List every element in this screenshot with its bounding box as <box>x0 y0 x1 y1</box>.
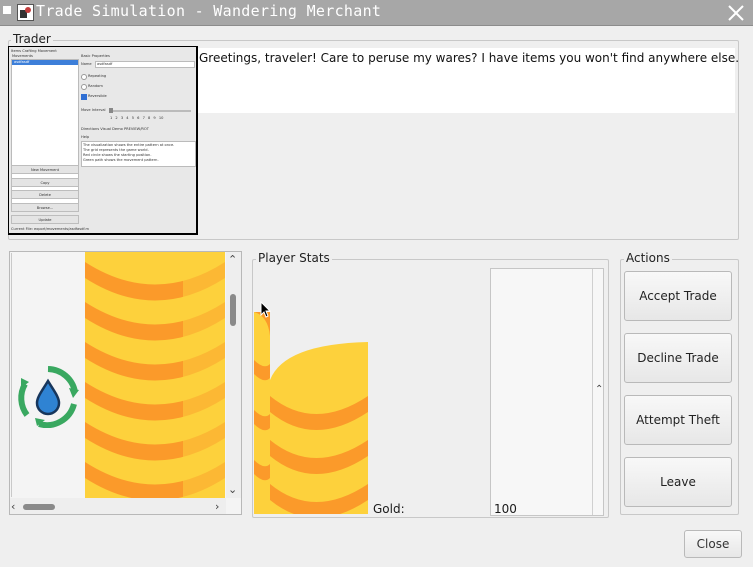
mini-help-line: The grid represents the game world. <box>83 148 149 152</box>
mini-slider-handle <box>109 108 113 113</box>
water-recycle-icon <box>18 366 79 428</box>
attempt-theft-button[interactable]: Attempt Theft <box>624 395 732 445</box>
leave-button[interactable]: Leave <box>624 457 732 507</box>
mini-button: New Movement <box>11 165 79 174</box>
trader-portrait-screenshot: Items Crafting Movement Movements asdfas… <box>8 46 198 235</box>
mini-opt1: Repeating <box>88 74 107 78</box>
mini-button: Delete <box>11 190 79 199</box>
accept-trade-button[interactable]: Accept Trade <box>624 271 732 321</box>
mini-name-label: Name <box>81 62 92 66</box>
mini-button: Update <box>11 215 79 224</box>
mini-help-line: Red circle shows the starting position. <box>83 153 152 157</box>
window-close-icon[interactable] <box>726 3 746 23</box>
gold-value: 100 <box>494 502 517 516</box>
mini-tabs: Items Crafting Movement <box>11 49 57 53</box>
close-button[interactable]: Close <box>684 530 742 558</box>
mini-tab-row: Directions Visual Demo PREVIEW/ROT <box>81 127 149 131</box>
mouse-cursor-icon <box>260 301 271 318</box>
actions-group-label: Actions <box>624 251 672 265</box>
mini-list <box>11 59 79 211</box>
mini-status: Current File: export/movements/asdfasdf.… <box>11 227 89 231</box>
horizontal-scroll-thumb[interactable] <box>23 504 55 510</box>
gold-label: Gold: <box>373 502 405 516</box>
scroll-left-arrow[interactable]: ‹ <box>11 501 15 512</box>
scroll-right-arrow[interactable]: › <box>215 501 219 512</box>
mini-checkbox <box>81 94 87 100</box>
scroll-up-arrow[interactable]: ⌃ <box>228 254 237 265</box>
mini-slider <box>111 110 191 112</box>
mini-slider-ticks: 1 2 3 4 5 6 7 8 9 10 <box>110 116 164 120</box>
vertical-scroll-thumb[interactable] <box>230 294 236 326</box>
mini-selected-item: asdfasdf <box>14 60 30 64</box>
scroll-area-divider <box>11 253 12 497</box>
mini-button: Browse... <box>11 203 79 212</box>
window-title: Trade Simulation - Wandering Merchant <box>36 2 382 20</box>
trader-greeting: Greetings, traveler! Care to peruse my w… <box>199 51 740 65</box>
trader-group-label: Trader <box>11 32 53 46</box>
gold-coins-icon <box>85 252 225 498</box>
mini-help-line: Green path shows the movement pattern. <box>83 158 159 162</box>
mini-opt3: Reversible <box>88 94 107 98</box>
mini-radio <box>81 84 87 90</box>
player-gold-coins-icon <box>254 312 368 514</box>
stats-list[interactable] <box>490 268 604 516</box>
mini-button: Copy <box>11 178 79 187</box>
scroll-down-arrow[interactable]: ⌄ <box>228 484 237 495</box>
mini-list-header: Movements <box>12 54 33 58</box>
decline-trade-button[interactable]: Decline Trade <box>624 333 732 383</box>
window-menu-icon[interactable] <box>3 6 11 14</box>
player-stats-label: Player Stats <box>256 251 332 265</box>
mini-help-line: The visualization shows the entire patte… <box>83 143 175 147</box>
mini-name-value: asdfasdf <box>97 62 113 66</box>
mini-radio <box>81 74 87 80</box>
stats-scroll-up-arrow[interactable]: ⌃ <box>595 384 603 395</box>
mini-opt2: Random <box>88 84 103 88</box>
mini-move-interval: Move Interval <box>81 108 106 112</box>
mini-props-header: Basic Properties <box>81 54 110 58</box>
vertical-scrollbar[interactable] <box>226 252 241 498</box>
mini-help-title: Help <box>81 135 90 139</box>
app-icon <box>17 4 34 21</box>
